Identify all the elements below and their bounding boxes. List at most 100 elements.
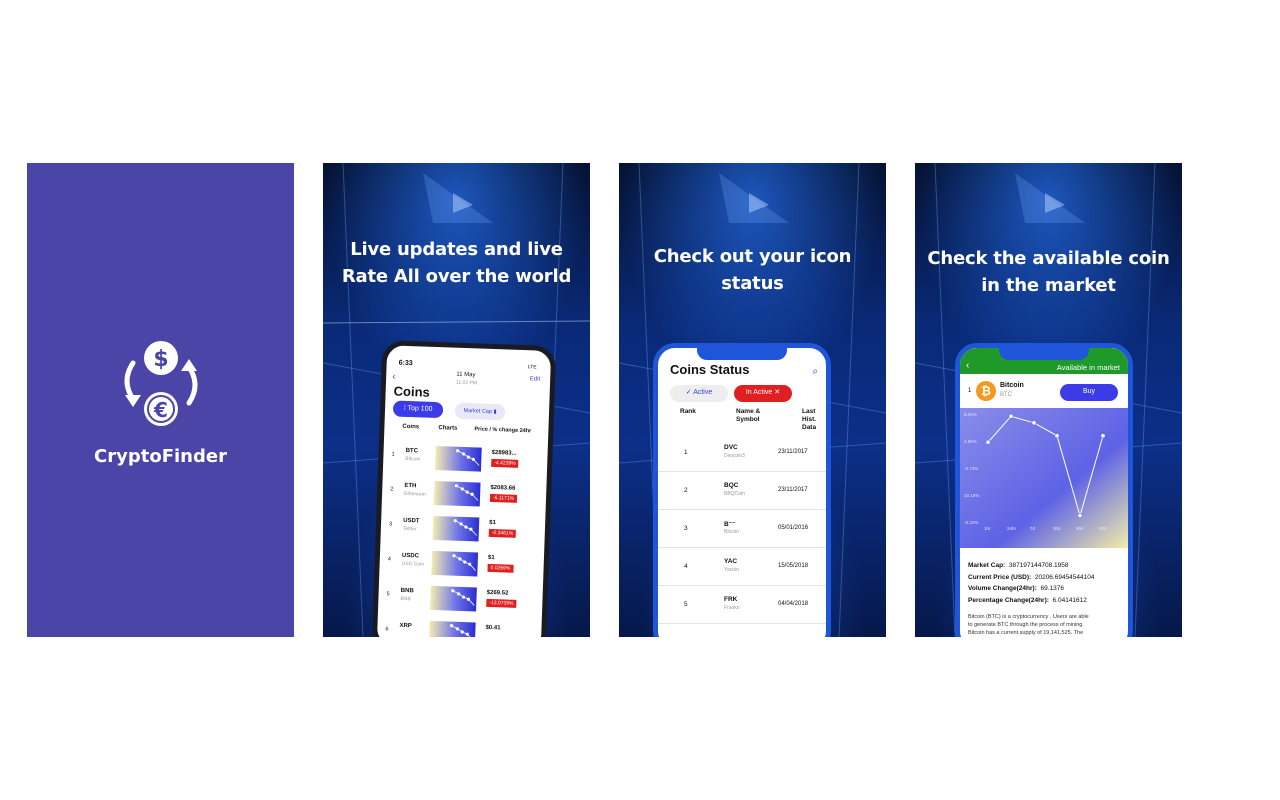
table-row[interactable]: 2 ETH Ethereum $2083.66 -6.1171% [382, 476, 547, 514]
search-icon[interactable]: ⌕ [812, 366, 818, 377]
chart-x-label: 1hr [984, 526, 991, 531]
table-row[interactable]: 4 USDC USD Coin $1 0.0269% [379, 546, 544, 584]
chart-y-label: -0.22% [964, 520, 978, 525]
buy-button[interactable]: Buy [1060, 384, 1118, 401]
app-name: CryptoFinder [94, 446, 227, 467]
table-row[interactable]: 5 BNB BNB $269.52 -13.0739% [378, 581, 543, 619]
row-rank: 4 [387, 556, 391, 563]
row-name: Bitcoin [724, 529, 740, 535]
percentage-change-row: Percentage Change(24hr): 6.04141612 [968, 596, 1087, 604]
row-name: Ethereum [404, 490, 426, 498]
tab-top-100[interactable]: ⁞ Top 100 [392, 400, 444, 419]
row-date: 23/11/2017 [778, 487, 808, 493]
phone-mockup: 6:33 LTE 11 May 11:02 PM ‹ Edit Coins ⁞ … [371, 340, 557, 637]
row-rank: 3 [684, 525, 688, 532]
table-row[interactable]: 4 YAC Yacoin 15/05/2018 [658, 548, 826, 586]
row-date: 04/04/2018 [778, 601, 809, 607]
table-row[interactable]: 1 BTC Bitcoin $28983... -4.4239% [383, 441, 548, 479]
headline-line-2: in the market [981, 275, 1116, 296]
headline-line-2: status [721, 273, 784, 294]
row-date: 05/01/2016 [778, 525, 809, 531]
phone-mockup: Coins Status ⌕ ✓ Active In Active ✕ Rank… [653, 343, 831, 637]
row-rank: 1 [684, 449, 688, 456]
chart-point[interactable] [1054, 433, 1060, 439]
app-logo: $ € [27, 333, 294, 438]
screenshot-live-updates: Live updates and live Rate All over the … [323, 163, 590, 637]
price-change-chart: 6.04% 4.85% -4.74% 10.15% -0.22% 1hr 24hr 7d 30d… [960, 408, 1128, 548]
row-symbol: BNB [400, 587, 414, 595]
row-name: Yacoin [724, 567, 739, 573]
col-charts: Charts [438, 425, 458, 432]
row-name: Bitcoin [405, 455, 421, 463]
chart-x-label: 30d [1053, 526, 1061, 531]
sparkline-chart [428, 620, 476, 637]
chart-point[interactable] [1100, 433, 1106, 439]
chart-point[interactable] [1031, 420, 1037, 426]
headline-line-1: Check out your icon [653, 246, 852, 267]
back-icon[interactable]: ‹ [966, 360, 969, 371]
row-price: $28983... [491, 449, 517, 457]
row-date: 15/05/2018 [778, 563, 809, 569]
filter-inactive[interactable]: In Active ✕ [734, 385, 792, 402]
row-name: BNB [400, 595, 411, 603]
row-change: -0.3461% [488, 528, 517, 538]
table-row[interactable]: 2 BQC BBQCoin 23/11/2017 [658, 472, 826, 510]
row-price: $269.52 [486, 589, 509, 597]
table-row[interactable]: 1 DVC Devcoin3 23/11/2017 [658, 434, 826, 472]
row-symbol: XRP [399, 622, 412, 630]
row-rank: 4 [684, 563, 688, 570]
svg-text:€: € [153, 398, 168, 422]
bitcoin-icon: ₿ [976, 381, 996, 401]
row-rank: 2 [390, 486, 394, 493]
tab-market-cap[interactable]: Market Cap ▮ [454, 402, 506, 421]
row-price: $2083.66 [490, 484, 516, 492]
row-date: 23/11/2017 [778, 449, 808, 455]
status-time: 6:33 [398, 359, 413, 368]
headline-line-2: Rate All over the world [341, 266, 572, 287]
screen-title: Coins Status [670, 362, 750, 377]
row-change: -4.4239% [491, 458, 519, 468]
chart-y-label: 6.04% [964, 412, 977, 417]
euro-coin-icon: € [143, 392, 178, 426]
sparkline-chart [433, 480, 481, 507]
row-price: $1 [489, 519, 496, 527]
chart-y-label: 10.15% [964, 493, 979, 498]
row-change: -6.1171% [489, 493, 518, 503]
back-icon[interactable]: ‹ [392, 371, 396, 382]
sparkline-chart [430, 585, 477, 612]
filter-active[interactable]: ✓ Active [670, 385, 728, 402]
screenshot-coin-detail: Check the available coin in the market ‹… [915, 163, 1182, 637]
chart-point[interactable] [1077, 513, 1083, 519]
svg-text:$: $ [153, 347, 168, 372]
sparkline-chart [434, 445, 482, 472]
screen-title: Coins [393, 383, 431, 400]
table-row[interactable]: 3 B⁻⁻ Bitcoin 05/01/2016 [658, 510, 826, 548]
edit-button[interactable]: Edit [530, 376, 541, 382]
table-row[interactable]: 6 XRP $0.41 [377, 616, 542, 637]
row-rank: 5 [684, 601, 688, 608]
row-rank: 1 [391, 451, 395, 458]
row-symbol: B⁻⁻ [724, 521, 736, 528]
chart-x-label: 24hr [1007, 526, 1017, 531]
table-row[interactable]: 3 USDT Tether $1 -0.3461% [380, 511, 545, 549]
row-rank: 3 [388, 521, 393, 528]
chart-y-label: 4.85% [964, 439, 977, 444]
row-rank: 6 [385, 626, 389, 633]
chart-y-label: -4.74% [964, 466, 978, 471]
headline-line-1: Live updates and live [350, 239, 563, 260]
chart-point[interactable] [1008, 413, 1014, 419]
dollar-coin-icon: $ [143, 341, 178, 375]
close-icon: ✕ [772, 389, 781, 396]
market-cap-row: Market Cap: 387197144708.1958 [968, 562, 1069, 569]
row-symbol: FRK [724, 596, 738, 603]
table-row[interactable]: 5 FRK Franko 04/04/2018 [658, 586, 826, 624]
row-rank: 5 [386, 591, 390, 598]
chart-point[interactable] [985, 439, 991, 445]
col-coin: Coins [402, 423, 420, 431]
row-name: Devcoin3 [724, 453, 745, 459]
chart-x-label: 90d [1099, 526, 1107, 531]
row-symbol: DVC [724, 444, 738, 451]
header-date-sub: 11:02 PM [455, 379, 478, 387]
status-network: LTE [527, 364, 537, 371]
header-title: Available in market [1056, 363, 1120, 372]
